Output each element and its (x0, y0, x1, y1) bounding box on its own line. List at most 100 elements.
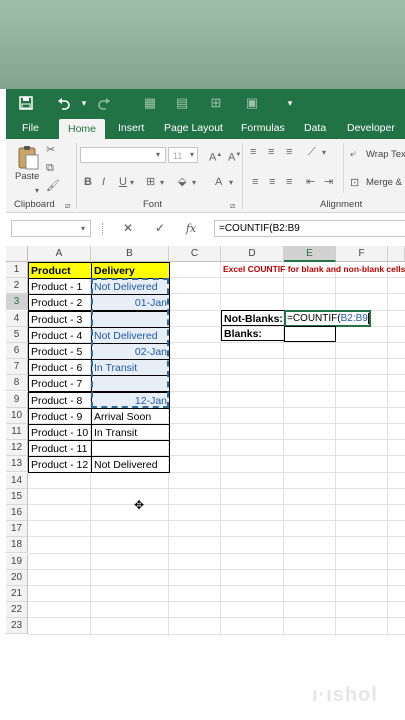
row-header-9[interactable]: 9 (6, 391, 28, 408)
cell-b11[interactable]: In Transit (91, 424, 170, 441)
format-painter-icon[interactable]: 🖌 (46, 179, 60, 193)
column-header-f[interactable]: F (336, 246, 388, 262)
orientation-icon[interactable]: ⟋ (308, 145, 316, 159)
tab-developer[interactable]: Developer (347, 117, 395, 139)
clipboard-launcher-icon[interactable]: ⧄ (65, 199, 70, 213)
cell-e3-editing[interactable]: =COUNTIF(B2:B9 (284, 310, 371, 327)
align-right-icon[interactable]: ≡ (286, 175, 292, 189)
print-icon[interactable]: ▣ (242, 93, 262, 113)
row-header-6[interactable]: 6 (6, 343, 28, 359)
row-header-8[interactable]: 8 (6, 375, 28, 392)
cell-a9[interactable]: Product - 8 (28, 391, 92, 409)
select-all-corner[interactable] (6, 246, 28, 262)
cell-b12[interactable] (91, 440, 170, 458)
cell-b13[interactable]: Not Delivered (91, 456, 170, 474)
name-box-chevron-down-icon[interactable]: ▾ (81, 222, 85, 236)
font-launcher-icon[interactable]: ⧄ (230, 199, 235, 213)
font-color-icon[interactable]: A (215, 175, 222, 189)
row-header-10[interactable]: 10 (6, 407, 28, 424)
cell-b9[interactable]: 12-Jan (91, 391, 170, 409)
row-header-3[interactable]: 3 (6, 294, 28, 311)
tab-formulas[interactable]: Formulas (241, 117, 285, 139)
tab-data[interactable]: Data (304, 117, 326, 139)
fill-color-icon[interactable]: ⬙ (178, 175, 186, 189)
cell-b6[interactable]: 02-Jan (91, 343, 170, 360)
row-header-11[interactable]: 11 (6, 424, 28, 440)
cell-a4[interactable]: Product - 3 (28, 310, 92, 328)
row-header-1[interactable]: 1 (6, 262, 28, 278)
enter-icon[interactable]: ✓ (151, 220, 169, 237)
font-name-chevron-down-icon[interactable]: ▾ (156, 148, 160, 162)
italic-button[interactable]: I (102, 175, 105, 189)
fill-chevron-down-icon[interactable]: ▾ (192, 176, 196, 190)
cell-b4[interactable] (91, 310, 170, 328)
decrease-font-size-icon[interactable]: A▼ (228, 148, 241, 165)
cell-d4[interactable]: Blanks: (221, 325, 285, 341)
align-left-icon[interactable]: ≡ (252, 175, 258, 189)
customize-qat-icon[interactable]: ▾ (280, 93, 300, 113)
borders-icon[interactable]: ⊞ (146, 175, 155, 189)
save-icon[interactable] (16, 93, 36, 113)
bold-button[interactable]: B (84, 175, 92, 189)
formula-input[interactable]: =COUNTIF(B2:B9 (214, 220, 405, 237)
cell-b7[interactable]: In Transit (91, 359, 170, 377)
underline-button[interactable]: U (119, 175, 127, 189)
tab-page-layout[interactable]: Page Layout (164, 117, 223, 139)
cell-a13[interactable]: Product - 12 (28, 456, 92, 474)
row-header-17[interactable]: 17 (6, 521, 28, 538)
cell-a5[interactable]: Product - 4 (28, 326, 92, 344)
wrap-text-button[interactable]: Wrap Tex (366, 149, 405, 160)
cell-a12[interactable]: Product - 11 (28, 440, 92, 458)
column-header-e[interactable]: E (284, 246, 336, 262)
increase-indent-icon[interactable]: ⇥ (324, 175, 333, 189)
redo-icon[interactable] (94, 93, 114, 113)
row-header-14[interactable]: 14 (6, 472, 28, 489)
form-icon[interactable]: ▦ (140, 93, 160, 113)
worksheet-grid[interactable]: A B C D E F 1 2 3 4 5 6 7 8 9 10 11 12 13 14 15 16 17 18 1… (6, 246, 405, 637)
row-header-22[interactable]: 22 (6, 602, 28, 619)
cut-icon[interactable]: ✂ (46, 143, 55, 157)
row-header-5[interactable]: 5 (6, 326, 28, 343)
name-box[interactable] (11, 220, 91, 237)
cell-a11[interactable]: Product - 10 (28, 424, 92, 441)
tab-insert[interactable]: Insert (118, 117, 144, 139)
borders-chevron-down-icon[interactable]: ▾ (160, 176, 164, 190)
cell-a7[interactable]: Product - 6 (28, 359, 92, 377)
font-size-chevron-down-icon[interactable]: ▾ (190, 148, 194, 162)
row-header-4[interactable]: 4 (6, 310, 28, 327)
row-header-2[interactable]: 2 (6, 278, 28, 295)
undo-icon[interactable] (54, 93, 74, 113)
wrap-text-icon[interactable]: ⤶ (350, 147, 356, 161)
row-header-19[interactable]: 19 (6, 553, 28, 570)
column-header-c[interactable]: C (169, 246, 221, 262)
tab-home[interactable]: Home (59, 119, 106, 139)
increase-font-size-icon[interactable]: A▲ (209, 148, 222, 165)
cell-a10[interactable]: Product - 9 (28, 407, 92, 425)
cell-d3[interactable]: Not-Blanks: (221, 310, 285, 326)
cell-b1[interactable]: Delivery (91, 262, 170, 279)
cell-b5[interactable]: Not Delivered (91, 326, 170, 344)
align-bottom-icon[interactable]: ≡ (286, 145, 292, 159)
insert-function-icon[interactable]: fx (182, 220, 200, 237)
cell-a1[interactable]: Product (28, 262, 92, 279)
cell-a2[interactable]: Product - 1 (28, 278, 92, 296)
tab-file[interactable]: File (22, 117, 39, 139)
cell-e4[interactable] (284, 326, 336, 342)
row-header-18[interactable]: 18 (6, 537, 28, 554)
merge-icon[interactable]: ⊡ (350, 176, 359, 190)
column-header-g[interactable] (388, 246, 405, 262)
align-center-icon[interactable]: ≡ (269, 175, 275, 189)
merge-center-button[interactable]: Merge & (366, 177, 402, 188)
column-header-d[interactable]: D (221, 246, 284, 262)
align-top-icon[interactable]: ≡ (250, 145, 256, 159)
font-name-dropdown[interactable] (80, 147, 166, 163)
row-header-21[interactable]: 21 (6, 586, 28, 602)
paste-button[interactable] (16, 145, 40, 171)
cell-b2[interactable]: Not Delivered (91, 278, 170, 296)
row-header-13[interactable]: 13 (6, 456, 28, 473)
filter-icon[interactable]: ▤ (172, 93, 192, 113)
row-header-12[interactable]: 12 (6, 440, 28, 457)
cancel-icon[interactable]: ✕ (119, 220, 137, 237)
row-header-15[interactable]: 15 (6, 488, 28, 505)
row-header-7[interactable]: 7 (6, 359, 28, 376)
